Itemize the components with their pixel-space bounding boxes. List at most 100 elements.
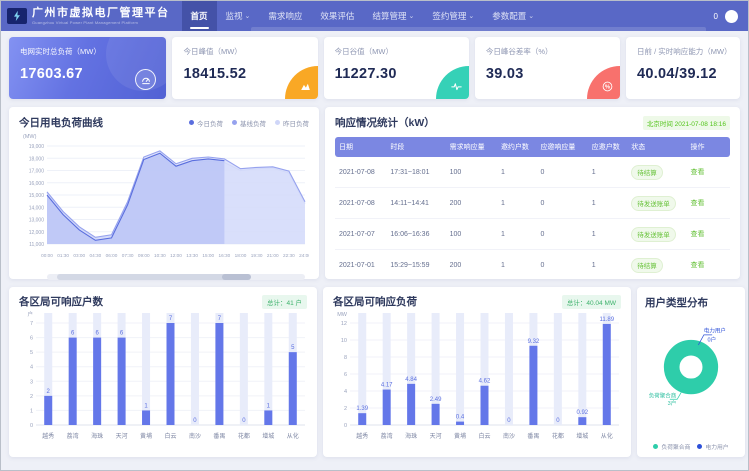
- bar-value-label: 11.89: [599, 317, 614, 323]
- legend-dot: [189, 120, 194, 125]
- table-column-header: 应邀响应量: [536, 137, 587, 157]
- kpi-label: 今日谷值（MW）: [335, 46, 458, 57]
- x-tick-label: 天河: [430, 432, 442, 440]
- response-stats-panel: 响应情况统计（kW） 北京时间 2021-07-08 18:16 日期时段需求响…: [325, 107, 740, 279]
- nav-item-label: 结算管理: [372, 10, 406, 22]
- x-tick-label: 16:30: [219, 253, 231, 258]
- kpi-card-3: 今日峰谷差率（%）39.03%: [475, 37, 620, 99]
- y-tick-label: 2: [30, 394, 33, 400]
- nav-item-0[interactable]: 首页: [182, 1, 217, 31]
- app-window: 广州市虚拟电厂管理平台 Guangzhou Virtual Power Plan…: [0, 0, 749, 471]
- nav-item-label: 效果评估: [320, 10, 354, 22]
- x-tick-label: 18:00: [235, 253, 247, 258]
- x-tick-label: 荔湾: [381, 432, 393, 440]
- x-tick-label: 从化: [287, 432, 299, 440]
- legend-item[interactable]: 电力用户: [697, 442, 728, 451]
- action-cell: 查看: [687, 250, 730, 280]
- app-logo-icon: [7, 8, 27, 24]
- x-tick-label: 白云: [478, 432, 490, 440]
- chart-element: [452, 84, 461, 90]
- legend-item[interactable]: 负荷聚合商: [653, 442, 690, 451]
- view-link[interactable]: 查看: [691, 200, 705, 207]
- kpi-label: 电网实时总负荷（MW）: [20, 46, 155, 57]
- x-tick-label: 海珠: [405, 432, 417, 440]
- table-cell: 1: [588, 250, 628, 280]
- user-type-donut-chart: 电力用户 0户 负荷聚合商 3户: [645, 310, 737, 414]
- x-tick-label: 04:30: [90, 253, 102, 258]
- status-cell: 待结算: [627, 157, 686, 188]
- bar: [69, 338, 77, 425]
- x-tick-label: 00:00: [41, 253, 53, 258]
- panel-title: 今日用电负荷曲线: [19, 115, 103, 130]
- table-column-header: 应邀户数: [588, 137, 628, 157]
- callout-label: 电力用户: [704, 327, 726, 335]
- notification-count[interactable]: 0: [714, 12, 718, 21]
- x-tick-label: 越秀: [356, 432, 368, 440]
- legend-label: 今日负荷: [197, 118, 223, 128]
- table-column-header: 需求响应量: [446, 137, 497, 157]
- y-tick-label: 16,000: [29, 181, 45, 187]
- bar: [481, 386, 489, 425]
- bar: [264, 410, 272, 425]
- x-tick-label: 03:00: [73, 253, 85, 258]
- y-tick-label: 10: [341, 338, 347, 344]
- app-title: 广州市虚拟电厂管理平台: [32, 8, 170, 19]
- kpi-card-4: 日前 / 实时响应能力（MW）40.04/39.12: [626, 37, 740, 99]
- status-cell: 待发送账单: [627, 188, 686, 219]
- x-tick-label: 10:30: [154, 253, 166, 258]
- table-cell: 1: [497, 250, 537, 280]
- table-header-row: 日期时段需求响应量邀约户数应邀响应量应邀户数状态操作: [335, 137, 730, 157]
- panel-title: 响应情况统计（kW）: [335, 115, 435, 130]
- action-cell: 查看: [687, 157, 730, 188]
- x-tick-label: 天河: [116, 432, 128, 440]
- legend-label: 基线负荷: [240, 118, 266, 128]
- table-row: 2021-07-0814:11~14:41200101待发送账单查看: [335, 188, 730, 219]
- chart-element: [14, 11, 20, 21]
- brand: 广州市虚拟电厂管理平台 Guangzhou Virtual Power Plan…: [32, 8, 170, 25]
- user-avatar[interactable]: [725, 10, 738, 23]
- scrollbar-handle[interactable]: [222, 274, 250, 280]
- nav-item-label: 需求响应: [268, 10, 302, 22]
- bar: [215, 323, 223, 425]
- bar: [358, 413, 366, 425]
- legend-dot: [232, 120, 237, 125]
- table-cell: 0: [536, 188, 587, 219]
- status-badge: 待结算: [631, 165, 663, 180]
- y-tick-label: 13,000: [29, 218, 45, 224]
- y-tick-label: 4: [30, 365, 33, 371]
- table-cell: 1: [588, 219, 628, 250]
- y-axis-unit: MW: [337, 312, 348, 318]
- y-tick-label: 12,000: [29, 230, 45, 236]
- total-badge: 总计：40.04 MW: [562, 295, 621, 309]
- bar: [578, 417, 586, 425]
- table-column-header: 日期: [335, 137, 386, 157]
- scrollbar-thumb[interactable]: [57, 274, 238, 280]
- y-tick-label: 18,000: [29, 156, 45, 162]
- table-cell: 1: [497, 219, 537, 250]
- table-cell: 200: [446, 188, 497, 219]
- legend-dot: [653, 444, 658, 449]
- legend-item[interactable]: 昨日负荷: [275, 118, 309, 128]
- view-link[interactable]: 查看: [691, 262, 705, 269]
- callout-label: 负荷聚合商: [649, 391, 677, 399]
- bar-value-label: 2.49: [430, 397, 442, 403]
- x-tick-label: 21:00: [267, 253, 279, 258]
- view-link[interactable]: 查看: [691, 169, 705, 176]
- kpi-label: 今日峰值（MW）: [183, 46, 306, 57]
- table-cell: 2021-07-08: [335, 157, 386, 188]
- x-tick-label: 白云: [164, 432, 176, 440]
- legend-item[interactable]: 基线负荷: [232, 118, 266, 128]
- legend-item[interactable]: 今日负荷: [189, 118, 223, 128]
- x-tick-label: 番禺: [527, 433, 539, 440]
- x-tick-label: 24:00: [299, 253, 309, 258]
- gauge-icon: [135, 69, 156, 90]
- x-tick-label: 19:30: [251, 253, 263, 258]
- bar: [289, 352, 297, 425]
- table-cell: 100: [446, 157, 497, 188]
- legend-label: 昨日负荷: [283, 118, 309, 128]
- y-tick-label: 3: [30, 379, 33, 385]
- view-link[interactable]: 查看: [691, 231, 705, 238]
- bar-value-label: 0.4: [456, 415, 465, 421]
- bar: [44, 396, 52, 425]
- chart-zoom-scrollbar[interactable]: [47, 274, 305, 280]
